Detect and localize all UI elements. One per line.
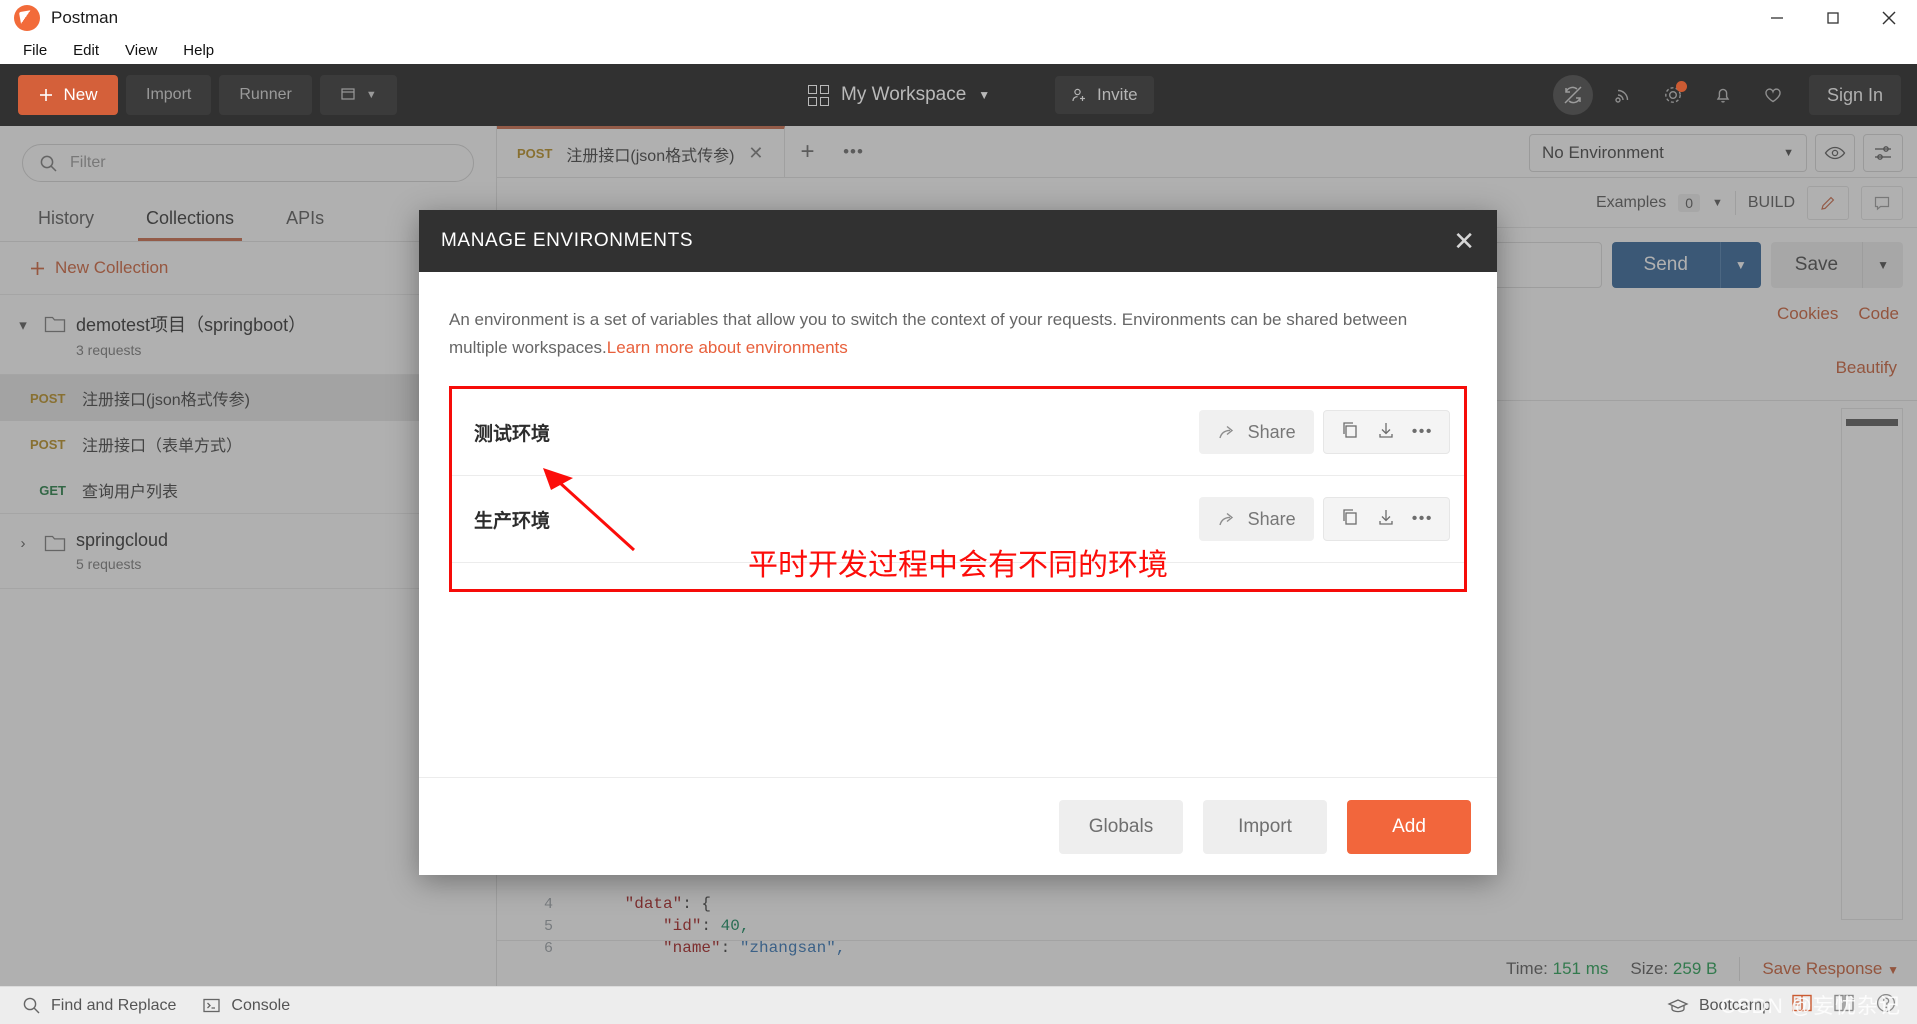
learn-more-link[interactable]: Learn more about environments xyxy=(607,338,848,357)
find-and-replace-button[interactable]: Find and Replace xyxy=(22,996,176,1015)
maximize-icon[interactable] xyxy=(1805,0,1861,36)
workspace-selector[interactable]: My Workspace ▼ xyxy=(808,84,990,106)
graduation-cap-icon xyxy=(1667,999,1689,1013)
broadcast-icon[interactable] xyxy=(1603,75,1643,115)
minimize-icon[interactable] xyxy=(1749,0,1805,36)
close-icon[interactable]: ✕ xyxy=(1453,228,1475,254)
environment-icon-group: ••• xyxy=(1322,410,1450,455)
main-toolbar: New Import Runner ▼ My Workspace ▼ Invit… xyxy=(0,64,1917,126)
menu-view[interactable]: View xyxy=(112,40,170,61)
plus-icon xyxy=(40,89,53,101)
duplicate-icon[interactable] xyxy=(1340,420,1360,445)
invite-button[interactable]: Invite xyxy=(1055,76,1154,114)
workspace-label: My Workspace xyxy=(841,84,967,105)
runner-button[interactable]: Runner xyxy=(219,75,312,115)
new-window-button[interactable]: ▼ xyxy=(319,75,397,115)
close-icon[interactable] xyxy=(1861,0,1917,36)
sign-in-button[interactable]: Sign In xyxy=(1808,75,1901,115)
postman-logo-icon xyxy=(14,5,40,31)
annotation: 平时开发过程中会有不同的环境 xyxy=(419,540,1497,584)
bell-icon[interactable] xyxy=(1703,75,1743,115)
menu-help[interactable]: Help xyxy=(170,40,227,61)
toolbar-right-icons: Sign In xyxy=(1552,75,1901,115)
environment-actions: Share ••• xyxy=(1198,410,1450,455)
notification-dot xyxy=(1675,81,1687,92)
add-button[interactable]: Add xyxy=(1347,799,1471,854)
import-button[interactable]: Import xyxy=(126,75,212,115)
menu-edit[interactable]: Edit xyxy=(60,40,112,61)
modal-footer: Globals Import Add xyxy=(419,777,1497,875)
modal-body: An environment is a set of variables tha… xyxy=(419,272,1497,593)
annotation-text: 平时开发过程中会有不同的环境 xyxy=(748,548,1168,583)
new-window-icon xyxy=(341,88,355,100)
globals-button[interactable]: Globals xyxy=(1059,799,1183,854)
more-options-icon[interactable]: ••• xyxy=(1412,510,1433,528)
download-icon[interactable] xyxy=(1376,420,1396,445)
status-bar: Find and Replace Console Bootcamp CSDN @… xyxy=(0,986,1917,1024)
modal-title: MANAGE ENVIRONMENTS xyxy=(441,230,694,251)
import-button-label: Import xyxy=(146,86,192,103)
environment-name: 测试环境 xyxy=(474,423,551,445)
invite-label: Invite xyxy=(1097,85,1138,104)
modal-description: An environment is a set of variables tha… xyxy=(449,306,1449,362)
share-icon xyxy=(1218,426,1233,439)
console-button[interactable]: Console xyxy=(202,996,290,1015)
download-icon[interactable] xyxy=(1376,507,1396,532)
search-icon xyxy=(23,997,40,1014)
modal-header: MANAGE ENVIRONMENTS ✕ xyxy=(419,210,1497,272)
person-add-icon xyxy=(1072,88,1085,101)
runner-button-label: Runner xyxy=(239,86,292,103)
find-and-replace-label: Find and Replace xyxy=(51,996,177,1014)
app-title: Postman xyxy=(51,8,119,27)
grid-icon xyxy=(808,84,829,106)
window-controls xyxy=(1749,0,1917,36)
chevron-down-icon: ▼ xyxy=(978,88,991,102)
share-label: Share xyxy=(1247,421,1296,442)
more-options-icon[interactable]: ••• xyxy=(1412,423,1433,441)
menu-bar: File Edit View Help xyxy=(0,36,1917,64)
menu-file[interactable]: File xyxy=(10,40,60,61)
share-button[interactable]: Share xyxy=(1198,410,1314,455)
new-button-label: New xyxy=(63,85,98,104)
postman-app-window: Postman File Edit View Help New Import R… xyxy=(0,0,1917,1024)
environment-icon-group: ••• xyxy=(1322,497,1450,542)
chevron-down-icon: ▼ xyxy=(365,89,377,101)
import-button[interactable]: Import xyxy=(1203,799,1327,854)
sign-in-label: Sign In xyxy=(1826,84,1883,105)
share-label: Share xyxy=(1247,508,1296,529)
environment-row[interactable]: 测试环境 Share ••• xyxy=(452,389,1464,477)
heart-icon[interactable] xyxy=(1753,75,1793,115)
manage-environments-modal: MANAGE ENVIRONMENTS ✕ An environment is … xyxy=(419,210,1497,875)
duplicate-icon[interactable] xyxy=(1340,507,1360,532)
sync-off-icon[interactable] xyxy=(1552,75,1593,115)
share-button[interactable]: Share xyxy=(1198,497,1314,542)
status-bar-left: Find and Replace Console xyxy=(0,996,290,1015)
share-icon xyxy=(1218,513,1233,526)
console-label: Console xyxy=(231,996,291,1014)
new-button[interactable]: New xyxy=(18,75,118,115)
environment-actions: Share ••• xyxy=(1198,497,1450,542)
modal-description-text: An environment is a set of variables tha… xyxy=(449,310,1408,358)
gear-icon[interactable] xyxy=(1653,75,1693,115)
title-bar: Postman xyxy=(0,0,1917,36)
watermark: CSDN @妄忧杂记 xyxy=(1720,995,1901,1018)
console-icon xyxy=(203,998,221,1013)
